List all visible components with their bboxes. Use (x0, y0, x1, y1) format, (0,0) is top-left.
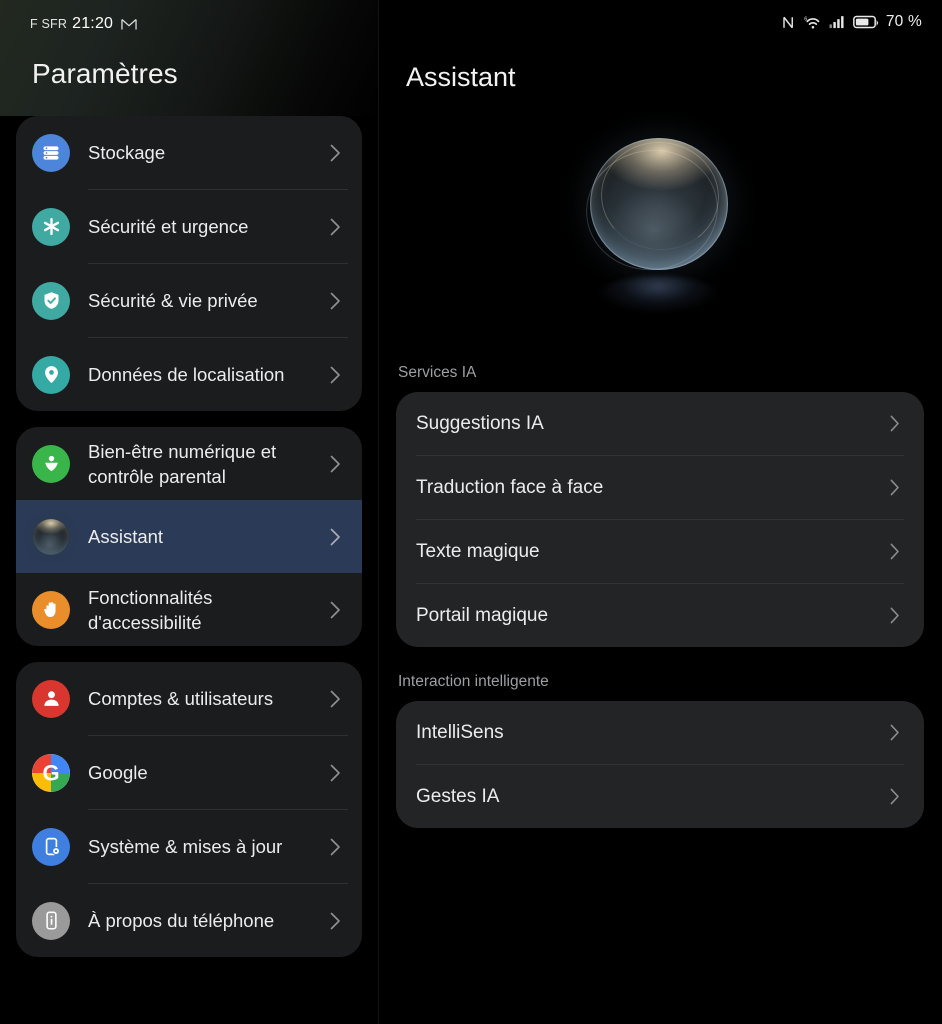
cellular-signal-icon (829, 15, 846, 29)
sidebar-item-securite-vie-privee[interactable]: Sécurité & vie privée (16, 264, 362, 337)
sidebar-group-3: Comptes & utilisateurs G Google Système … (16, 662, 362, 957)
chevron-right-icon (330, 528, 348, 546)
section-label-interaction-intelligente: Interaction intelligente (398, 673, 549, 690)
sidebar-item-bien-etre-numerique[interactable]: Bien-être numérique et contrôle parental (16, 427, 362, 500)
sidebar-item-a-propos-telephone[interactable]: À propos du téléphone (16, 884, 362, 957)
chevron-right-icon (330, 144, 348, 162)
sidebar-item-label: Données de localisation (88, 364, 285, 385)
sidebar-item-label: Stockage (88, 142, 166, 163)
chevron-right-icon (330, 838, 348, 856)
chevron-right-icon (890, 415, 906, 432)
account-person-icon (32, 679, 70, 718)
chevron-right-icon (330, 764, 348, 782)
chevron-right-icon (890, 788, 906, 805)
sidebar-item-systeme-mises-a-jour[interactable]: Système & mises à jour (16, 810, 362, 883)
settings-sections: Services IA Suggestions IA Traduction fa… (378, 358, 942, 828)
chevron-right-icon (330, 601, 348, 619)
row-label: Gestes IA (416, 785, 500, 807)
chevron-right-icon (330, 366, 348, 384)
chevron-right-icon (330, 912, 348, 930)
interaction-intelligente-card: IntelliSens Gestes IA (396, 701, 924, 828)
row-portail-magique[interactable]: Portail magique (396, 584, 924, 647)
clock-label: 21:20 (72, 15, 114, 32)
row-label: Texte magique (416, 540, 540, 562)
row-intellisens[interactable]: IntelliSens (396, 701, 924, 764)
sidebar-item-label: Système & mises à jour (88, 836, 283, 857)
location-pin-icon (32, 355, 70, 394)
sidebar-item-google[interactable]: G Google (16, 736, 362, 809)
row-texte-magique[interactable]: Texte magique (396, 520, 924, 583)
row-suggestions-ia[interactable]: Suggestions IA (396, 392, 924, 455)
assistant-detail-panel: 6 70 % Assistant Services IA Suggestions… (378, 0, 942, 1024)
section-label-services-ia: Services IA (398, 364, 477, 381)
shield-check-icon (32, 281, 70, 320)
row-gestes-ia[interactable]: Gestes IA (396, 765, 924, 828)
row-label: Traduction face à face (416, 476, 604, 498)
system-update-phone-icon (32, 827, 70, 866)
sidebar-item-label: Fonctionnalités d'accessibilité (88, 586, 213, 633)
sidebar-item-label: Sécurité et urgence (88, 216, 249, 237)
sidebar-item-label: Assistant (88, 526, 164, 547)
sidebar-scroll-area[interactable]: Stockage Sécurité et urgence Sécurité & … (0, 116, 378, 957)
assistant-orb-hero-image (378, 108, 942, 358)
row-label: IntelliSens (416, 721, 504, 743)
row-traduction-face-a-face[interactable]: Traduction face à face (396, 456, 924, 519)
storage-icon (32, 133, 70, 172)
orb-rim (590, 138, 728, 270)
sidebar-item-securite-urgence[interactable]: Sécurité et urgence (16, 190, 362, 263)
page-title: Paramètres (32, 58, 178, 89)
sidebar-group-2: Bien-être numérique et contrôle parental… (16, 427, 362, 646)
chevron-right-icon (330, 690, 348, 708)
sidebar-item-stockage[interactable]: Stockage (16, 116, 362, 189)
sidebar-item-assistant[interactable]: Assistant (16, 500, 362, 573)
chevron-right-icon (890, 724, 906, 741)
assistant-orb-icon (32, 518, 70, 556)
sidebar-item-donnees-localisation[interactable]: Données de localisation (16, 338, 362, 411)
orb-reflection (599, 276, 717, 312)
nfc-icon (781, 15, 796, 30)
chevron-right-icon (330, 455, 348, 473)
chevron-right-icon (890, 479, 906, 496)
sidebar-item-label: À propos du téléphone (88, 910, 275, 931)
row-label: Portail magique (416, 604, 549, 626)
wellbeing-heart-person-icon (32, 444, 70, 483)
google-g-icon: G (32, 753, 70, 792)
phone-screen: F SFR 21:20 Paramètres Stockage Sécurité… (0, 0, 942, 1024)
about-info-icon (32, 901, 70, 940)
sidebar-item-label: Comptes & utilisateurs (88, 688, 274, 709)
sidebar-item-comptes-utilisateurs[interactable]: Comptes & utilisateurs (16, 662, 362, 735)
chevron-right-icon (890, 543, 906, 560)
settings-sidebar: F SFR 21:20 Paramètres Stockage Sécurité… (0, 0, 378, 1024)
services-ia-card: Suggestions IA Traduction face à face Te… (396, 392, 924, 647)
accessibility-hand-icon (32, 590, 70, 629)
detail-page-title: Assistant (406, 62, 516, 92)
carrier-label: F SFR (30, 17, 68, 31)
chevron-right-icon (330, 292, 348, 310)
chevron-right-icon (890, 607, 906, 624)
sidebar-item-label: Google (88, 762, 148, 783)
chevron-right-icon (330, 218, 348, 236)
battery-icon (852, 15, 879, 29)
row-label: Suggestions IA (416, 412, 544, 434)
wifi-6-icon: 6 (803, 15, 822, 30)
sidebar-item-accessibilite[interactable]: Fonctionnalités d'accessibilité (16, 573, 362, 646)
emergency-asterisk-icon (32, 207, 70, 246)
svg-text:G: G (42, 760, 59, 785)
statusbar-right: 6 70 % (781, 13, 922, 31)
statusbar-left: F SFR 21:20 (30, 15, 137, 33)
sidebar-item-label: Sécurité & vie privée (88, 290, 258, 311)
gmail-icon (121, 18, 137, 31)
sidebar-header: F SFR 21:20 Paramètres (0, 0, 378, 116)
sidebar-item-label: Bien-être numérique et contrôle parental (88, 440, 277, 487)
sidebar-group-1: Stockage Sécurité et urgence Sécurité & … (16, 116, 362, 411)
battery-level-label: 70 % (885, 13, 922, 30)
